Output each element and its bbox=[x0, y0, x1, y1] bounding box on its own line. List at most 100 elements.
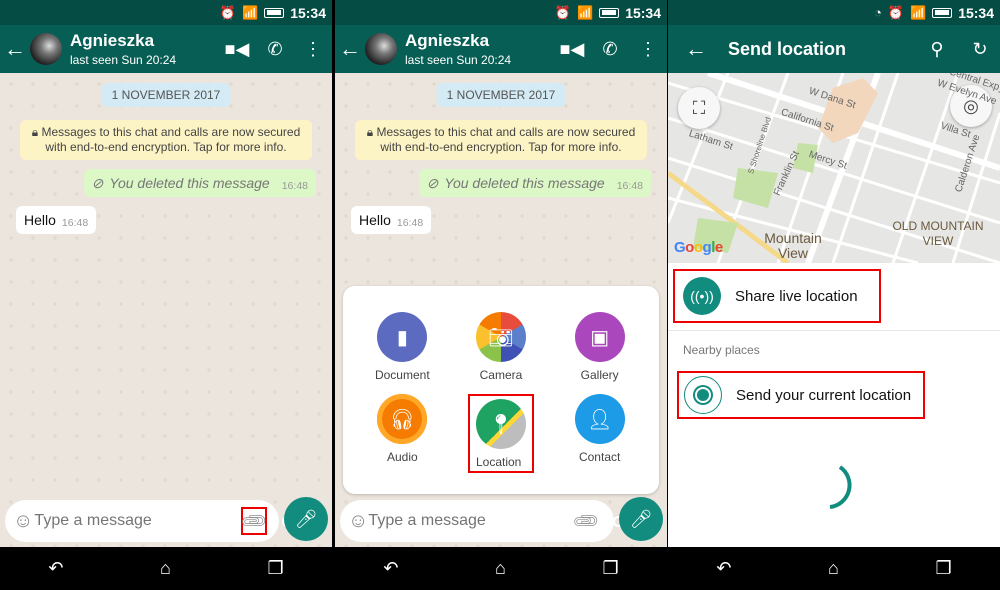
map-pin-icon: 📍︎ bbox=[475, 399, 526, 449]
page-title: Send location bbox=[728, 38, 847, 59]
last-seen: last seen Sun 20:24 bbox=[405, 53, 512, 67]
share-live-location[interactable]: ((•)) Share live location bbox=[673, 269, 881, 323]
panel-send-location: ◔ ⏰ 📶 15:34 ← Send location ⚲ ↻ ⛶ ◎ W Da… bbox=[668, 0, 1000, 590]
attach-location[interactable]: 📍︎ Location bbox=[452, 394, 551, 473]
more-options-icon[interactable]: ⋮ bbox=[629, 39, 667, 60]
nfc-icon: ◔ bbox=[873, 5, 882, 20]
home-nav-icon[interactable]: ⌂ bbox=[495, 558, 506, 579]
back-nav-icon[interactable]: ↶ bbox=[383, 558, 398, 579]
paperclip-icon[interactable]: 📎︎ bbox=[571, 505, 602, 536]
date-pill: 1 NOVEMBER 2017 bbox=[436, 83, 566, 107]
encryption-notice[interactable]: 🔒︎ Messages to this chat and calls are n… bbox=[20, 120, 312, 160]
contact-icon: 👤︎ bbox=[574, 394, 625, 444]
contact-name: Agnieszka bbox=[405, 31, 490, 50]
recents-nav-icon[interactable]: ❐ bbox=[936, 558, 952, 579]
nav-bar: ↶ ⌂ ❐ bbox=[668, 547, 1000, 590]
message-time: 16:48 bbox=[61, 217, 89, 229]
last-seen: last seen Sun 20:24 bbox=[70, 53, 177, 67]
phone-icon[interactable]: ✆ bbox=[256, 39, 294, 60]
back-arrow-icon[interactable]: ← bbox=[674, 36, 718, 62]
current-location-icon bbox=[684, 376, 722, 414]
emoji-icon[interactable]: ☺ bbox=[348, 510, 368, 533]
back-nav-icon[interactable]: ↶ bbox=[48, 558, 63, 579]
status-bar: ⏰ 📶 15:34 bbox=[335, 0, 667, 25]
nearby-places-header: Nearby places bbox=[683, 343, 760, 357]
attach-highlight[interactable]: 📎︎ bbox=[239, 505, 270, 536]
message-time: 16:48 bbox=[281, 180, 308, 192]
contact-info[interactable]: Agnieszka last seen Sun 20:24 bbox=[70, 31, 218, 67]
blocked-icon: ⊘ bbox=[426, 174, 439, 191]
alarm-icon: ⏰ bbox=[554, 4, 571, 20]
mic-icon: 🎤︎ bbox=[294, 508, 318, 529]
document-icon: ▮ bbox=[377, 312, 428, 362]
recents-nav-icon[interactable]: ❐ bbox=[268, 558, 284, 579]
attach-gallery[interactable]: ▣ Gallery bbox=[550, 312, 649, 382]
blocked-icon: ⊘ bbox=[91, 174, 104, 191]
status-time: 15:34 bbox=[958, 4, 994, 21]
live-location-icon: ((•)) bbox=[683, 277, 721, 315]
video-call-icon[interactable]: ■◀ bbox=[553, 39, 591, 60]
chat-header: ← Agnieszka last seen Sun 20:24 ■◀ ✆ ⋮ bbox=[0, 25, 332, 73]
emoji-icon[interactable]: ☺ bbox=[13, 510, 33, 533]
battery-icon bbox=[932, 7, 953, 18]
recents-nav-icon[interactable]: ❐ bbox=[603, 558, 619, 579]
message-input[interactable] bbox=[368, 512, 576, 530]
loading-spinner bbox=[829, 465, 852, 509]
paperclip-icon[interactable]: 📎︎ bbox=[239, 505, 270, 536]
message-input[interactable] bbox=[34, 512, 242, 530]
video-call-icon[interactable]: ■◀ bbox=[218, 39, 256, 60]
attach-document[interactable]: ▮ Document bbox=[353, 312, 452, 382]
status-time: 15:34 bbox=[290, 4, 326, 21]
mic-icon: 🎤︎ bbox=[629, 508, 653, 529]
google-logo: Google bbox=[674, 239, 723, 256]
fullscreen-icon: ⛶ bbox=[692, 97, 706, 118]
home-nav-icon[interactable]: ⌂ bbox=[160, 558, 171, 579]
mic-button[interactable]: 🎤︎ bbox=[619, 497, 663, 541]
attach-contact[interactable]: 👤︎ Contact bbox=[550, 394, 649, 473]
message-composer: ☺ 📎︎ bbox=[340, 500, 625, 542]
back-nav-icon[interactable]: ↶ bbox=[716, 558, 731, 579]
back-arrow-icon[interactable]: ← bbox=[335, 36, 365, 62]
map-view[interactable]: ⛶ ◎ W Dana St California St Latham St S … bbox=[668, 73, 1000, 263]
wifi-icon: 📶 bbox=[577, 4, 594, 20]
attach-camera[interactable]: 📷︎ Camera bbox=[452, 312, 551, 382]
chat-area: 1 NOVEMBER 2017 🔒︎ Messages to this chat… bbox=[0, 73, 332, 547]
attach-audio[interactable]: 🎧︎ Audio bbox=[353, 394, 452, 473]
fullscreen-button[interactable]: ⛶ bbox=[678, 87, 720, 129]
refresh-icon[interactable]: ↻ bbox=[960, 39, 1000, 60]
home-nav-icon[interactable]: ⌂ bbox=[828, 558, 839, 579]
date-pill: 1 NOVEMBER 2017 bbox=[101, 83, 231, 107]
status-bar: ◔ ⏰ 📶 15:34 bbox=[668, 0, 1000, 25]
encryption-notice[interactable]: 🔒︎ Messages to this chat and calls are n… bbox=[355, 120, 647, 160]
deleted-message[interactable]: ⊘ You deleted this message 16:48 bbox=[83, 169, 316, 197]
more-options-icon[interactable]: ⋮ bbox=[294, 39, 332, 60]
camera-icon: 📷︎ bbox=[475, 312, 526, 362]
battery-icon bbox=[264, 7, 285, 18]
phone-icon[interactable]: ✆ bbox=[591, 39, 629, 60]
back-arrow-icon[interactable]: ← bbox=[0, 36, 30, 62]
search-icon[interactable]: ⚲ bbox=[914, 39, 960, 60]
status-bar: ⏰ 📶 15:34 bbox=[0, 0, 332, 25]
alarm-icon: ⏰ bbox=[219, 4, 236, 20]
deleted-message[interactable]: ⊘ You deleted this message 16:48 bbox=[418, 169, 651, 197]
message-time: 16:48 bbox=[396, 217, 424, 229]
headphones-icon: 🎧︎ bbox=[377, 394, 428, 444]
contact-name: Agnieszka bbox=[70, 31, 155, 50]
mic-button[interactable]: 🎤︎ bbox=[284, 497, 328, 541]
lock-icon: 🔒︎ bbox=[366, 125, 377, 139]
send-current-location[interactable]: Send your current location bbox=[677, 371, 925, 419]
chat-header: ← Agnieszka last seen Sun 20:24 ■◀ ✆ ⋮ bbox=[335, 25, 667, 73]
contact-info[interactable]: Agnieszka last seen Sun 20:24 bbox=[405, 31, 553, 67]
divider bbox=[668, 330, 1000, 331]
wifi-icon: 📶 bbox=[910, 4, 927, 20]
gallery-icon: ▣ bbox=[574, 312, 625, 362]
avatar[interactable] bbox=[30, 33, 62, 65]
nav-bar: ↶ ⌂ ❐ bbox=[335, 547, 667, 590]
incoming-message[interactable]: Hello 16:48 bbox=[351, 206, 432, 234]
nav-bar: ↶ ⌂ ❐ bbox=[0, 547, 332, 590]
location-highlight[interactable]: 📍︎ Location bbox=[467, 394, 534, 473]
location-sheet: ((•)) Share live location Nearby places … bbox=[668, 263, 1000, 547]
incoming-message[interactable]: Hello 16:48 bbox=[16, 206, 97, 234]
panel-attach: ⏰ 📶 15:34 ← Agnieszka last seen Sun 20:2… bbox=[335, 0, 667, 590]
avatar[interactable] bbox=[365, 33, 397, 65]
